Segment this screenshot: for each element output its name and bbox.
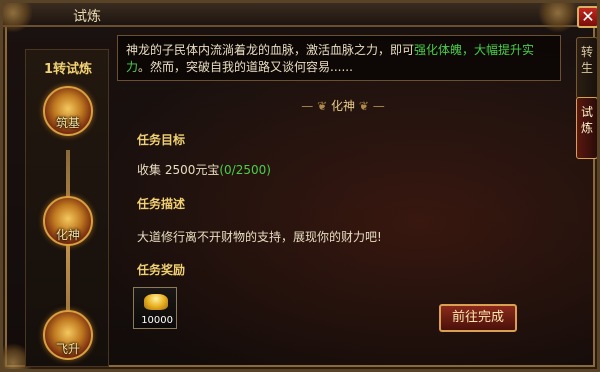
ornament-right-icon: ❦ — xyxy=(358,99,385,113)
tab-label: 试 炼 xyxy=(580,105,593,135)
gold-ingot-icon xyxy=(144,294,168,310)
section-title: 化神 xyxy=(330,99,355,113)
reward-count: 10000 xyxy=(141,315,173,326)
objective-text: 收集 2500元宝(0/2500) xyxy=(137,161,271,178)
objective-requirement: 收集 2500元宝 xyxy=(137,163,220,177)
tab-label: 转 生 xyxy=(580,45,593,75)
section-header: — ❦ 化神 ❦ — xyxy=(263,97,423,115)
corner-ornament-icon xyxy=(3,3,33,33)
description-text: 。然而，突破自我的道路又谈何容易...... xyxy=(138,60,353,74)
description-text: 神龙的子民体内流淌着龙的血脉，激活血脉之力，即可 xyxy=(126,43,415,57)
trial-level-label: 1转试炼 xyxy=(43,62,93,77)
description-box: 神龙的子民体内流淌着龙的血脉，激活血脉之力，即可强化体魄，大幅提升实力。然而，突… xyxy=(117,35,561,81)
stage-label: 化神 xyxy=(55,228,80,242)
reward-item-slot[interactable]: 10000 xyxy=(133,287,177,329)
ornament-left-icon: — ❦ xyxy=(301,99,331,113)
tab-trial[interactable]: 试 炼 xyxy=(576,97,597,159)
stage-label: 飞升 xyxy=(55,342,80,356)
task-description: 大道修行离不开财物的支持，展现你的财力吧! xyxy=(137,230,382,244)
close-button[interactable]: ✕ xyxy=(577,6,597,28)
trial-window: 试炼 ✕ 1转试炼 筑基 化神 飞升 转 生 试 炼 神龙的子民体内流淌着龙的血… xyxy=(0,0,600,372)
corner-ornament-icon xyxy=(538,3,578,33)
window-title: 试炼 xyxy=(73,9,101,25)
description-heading: 任务描述 xyxy=(137,197,186,211)
objective-progress: (0/2500) xyxy=(219,163,271,177)
title-bar: 试炼 xyxy=(3,3,597,27)
tab-rebirth[interactable]: 转 生 xyxy=(576,37,597,99)
trial-path-panel: 1转试炼 筑基 化神 飞升 xyxy=(25,49,109,367)
objective-heading: 任务目标 xyxy=(137,133,186,147)
reward-heading: 任务奖励 xyxy=(137,263,186,277)
stage-label: 筑基 xyxy=(55,116,80,130)
go-complete-button[interactable]: 前往完成 xyxy=(439,304,517,332)
